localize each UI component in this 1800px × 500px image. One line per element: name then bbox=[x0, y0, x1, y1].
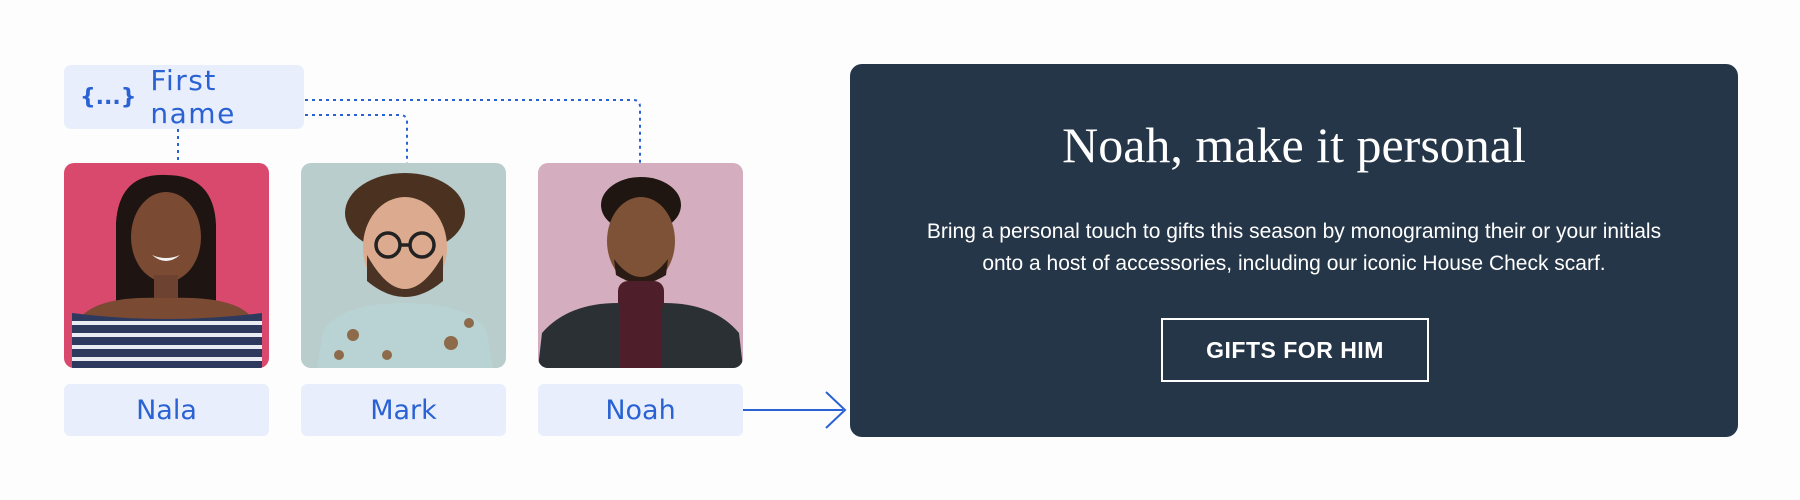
photo-nala bbox=[64, 163, 269, 368]
name-chip-nala: Nala bbox=[64, 384, 269, 436]
curly-braces-icon: {...} bbox=[80, 84, 137, 110]
token-label: First name bbox=[150, 64, 236, 130]
preview-body-text: Bring a personal touch to gifts this sea… bbox=[926, 220, 1662, 275]
gifts-for-him-button[interactable]: GIFTS FOR HIM bbox=[1161, 318, 1429, 382]
name-chip-mark: Mark bbox=[301, 384, 506, 436]
photo-mark bbox=[301, 163, 506, 368]
arrow-head-icon bbox=[825, 391, 847, 429]
connector-to-mark bbox=[305, 114, 408, 163]
photo-noah bbox=[538, 163, 743, 368]
preview-headline: Noah, make it personal bbox=[1062, 117, 1526, 173]
first-name-token: {...} First name bbox=[64, 64, 304, 130]
name-chip-noah: Noah bbox=[538, 384, 743, 436]
personalized-email-preview: Noah, make it personal Bring a personal … bbox=[850, 64, 1738, 437]
connector-to-noah bbox=[305, 99, 641, 163]
